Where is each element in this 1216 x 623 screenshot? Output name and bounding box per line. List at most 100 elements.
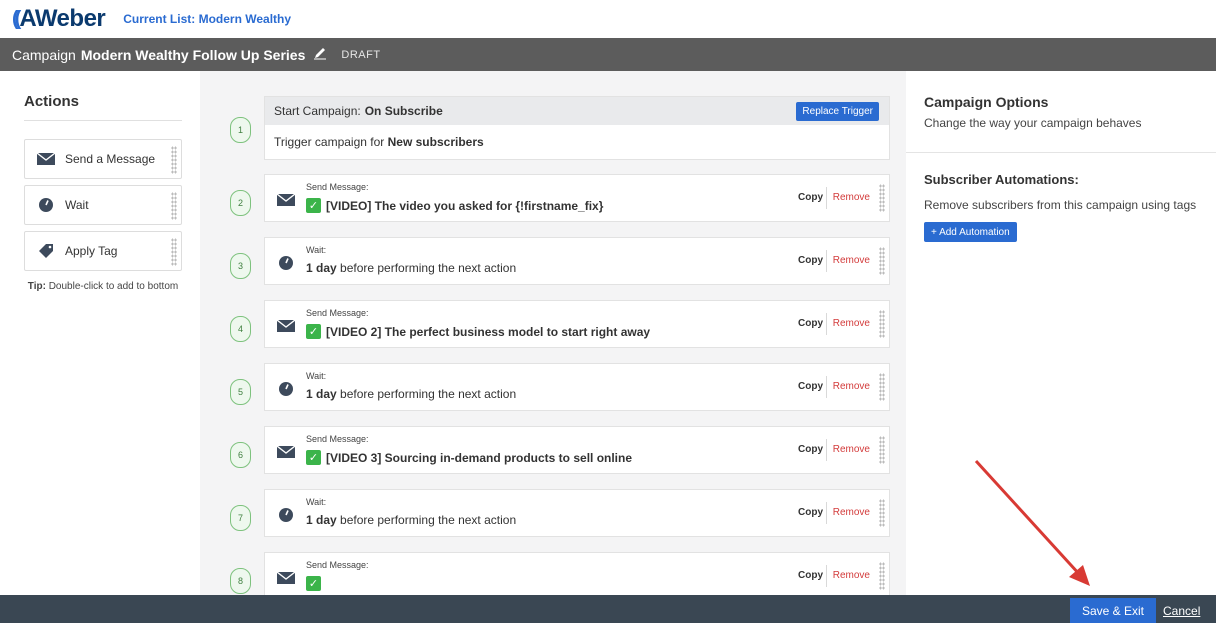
step-card-wait[interactable]: Wait: 1 day before performing the next a…	[264, 363, 890, 411]
clock-icon	[276, 254, 296, 272]
copy-button[interactable]: Copy	[798, 318, 823, 329]
options-title: Campaign Options	[924, 94, 1049, 110]
wait-text: before performing the next action	[336, 513, 517, 527]
step-text: ✓ [VIDEO 3] Sourcing in-demand products t…	[306, 450, 632, 465]
copy-button[interactable]: Copy	[798, 192, 823, 203]
action-send-message[interactable]: Send a Message	[24, 139, 182, 179]
action-separator	[826, 313, 827, 335]
step-label: Send Message:	[306, 182, 369, 192]
step-card-send-message[interactable]: Send Message: ✓ [VIDEO] The video you ask…	[264, 174, 890, 222]
envelope-icon	[276, 191, 296, 209]
remove-button[interactable]: Remove	[833, 318, 870, 329]
step-card-send-message[interactable]: Send Message: ✓ [VIDEO 2] The perfect bus…	[264, 300, 890, 348]
remove-button[interactable]: Remove	[833, 381, 870, 392]
remove-button[interactable]: Remove	[833, 444, 870, 455]
action-apply-tag[interactable]: Apply Tag	[24, 231, 182, 271]
action-label: Send a Message	[65, 152, 156, 166]
action-separator	[826, 439, 827, 461]
remove-button[interactable]: Remove	[833, 255, 870, 266]
clock-icon	[37, 198, 55, 212]
step-card-wait[interactable]: Wait: 1 day before performing the next a…	[264, 237, 890, 285]
check-icon: ✓	[306, 324, 321, 339]
step-number: 8	[230, 568, 251, 594]
replace-trigger-button[interactable]: Replace Trigger	[796, 102, 879, 121]
step-card-send-message[interactable]: Send Message: ✓ Copy Remove	[264, 552, 890, 595]
step-text: 1 day before performing the next action	[306, 261, 516, 275]
copy-button[interactable]: Copy	[798, 444, 823, 455]
trigger-header: Start Campaign: On Subscribe Replace Tri…	[265, 97, 889, 125]
action-label: Wait	[65, 198, 89, 212]
actions-panel: Actions Send a Message Wait Apply Tag Ti…	[0, 71, 200, 595]
step-card-wait[interactable]: Wait: 1 day before performing the next a…	[264, 489, 890, 537]
add-automation-button[interactable]: + Add Automation	[924, 222, 1017, 242]
campaign-bar: Campaign Modern Wealthy Follow Up Series…	[0, 38, 1216, 71]
envelope-icon	[276, 443, 296, 461]
tag-icon	[37, 243, 55, 259]
options-subtitle: Change the way your campaign behaves	[924, 116, 1142, 130]
action-separator	[826, 187, 827, 209]
copy-button[interactable]: Copy	[798, 570, 823, 581]
remove-button[interactable]: Remove	[833, 192, 870, 203]
top-bar: (( AWeber Current List: Modern Wealthy	[0, 0, 1216, 38]
step-subject: [VIDEO 2] The perfect business model to …	[326, 324, 651, 339]
drag-handle-icon[interactable]	[879, 184, 885, 212]
drag-handle-icon[interactable]	[879, 310, 885, 338]
step-text: ✓ [VIDEO 2] The perfect business model to…	[306, 324, 650, 339]
step-number: 3	[230, 253, 251, 279]
current-list-link[interactable]: Current List: Modern Wealthy	[123, 12, 291, 26]
action-wait[interactable]: Wait	[24, 185, 182, 225]
drag-handle-icon[interactable]	[171, 146, 177, 174]
trigger-body: Trigger campaign for New subscribers	[265, 125, 889, 159]
annotation-arrow-icon	[974, 459, 1090, 586]
copy-button[interactable]: Copy	[798, 381, 823, 392]
wait-text: before performing the next action	[336, 261, 517, 275]
wait-duration: 1 day	[306, 387, 337, 401]
tip-label: Tip:	[27, 281, 46, 292]
step-number: 2	[230, 190, 251, 216]
action-label: Apply Tag	[65, 244, 118, 258]
copy-button[interactable]: Copy	[798, 255, 823, 266]
remove-button[interactable]: Remove	[833, 570, 870, 581]
step-label: Wait:	[306, 497, 327, 507]
tip-text: Double-click to add to bottom	[45, 281, 179, 292]
step-text: 1 day before performing the next action	[306, 387, 516, 401]
clock-icon	[276, 506, 296, 524]
trigger-card[interactable]: Start Campaign: On Subscribe Replace Tri…	[264, 96, 890, 160]
step-text: ✓ [VIDEO] The video you asked for {!first…	[306, 198, 603, 213]
cancel-link[interactable]: Cancel	[1163, 604, 1200, 618]
campaign-status: DRAFT	[341, 48, 381, 61]
wait-duration: 1 day	[306, 261, 337, 275]
campaign-prefix: Campaign	[12, 46, 76, 63]
clock-icon	[276, 380, 296, 398]
step-number: 5	[230, 379, 251, 405]
step-number: 6	[230, 442, 251, 468]
envelope-icon	[276, 317, 296, 335]
footer-bar: Save & Exit Cancel	[0, 595, 1216, 623]
step-label: Send Message:	[306, 560, 369, 570]
actions-tip: Tip: Double-click to add to bottom	[24, 280, 182, 293]
drag-handle-icon[interactable]	[879, 373, 885, 401]
step-label: Send Message:	[306, 434, 369, 444]
drag-handle-icon[interactable]	[879, 247, 885, 275]
drag-handle-icon[interactable]	[879, 562, 885, 590]
drag-handle-icon[interactable]	[171, 238, 177, 266]
trigger-head-value: On Subscribe	[364, 104, 443, 118]
action-separator	[826, 376, 827, 398]
step-label: Send Message:	[306, 308, 369, 318]
edit-pencil-icon[interactable]	[313, 46, 327, 63]
envelope-icon	[37, 153, 55, 165]
copy-button[interactable]: Copy	[798, 507, 823, 518]
drag-handle-icon[interactable]	[171, 192, 177, 220]
automations-title: Subscriber Automations:	[924, 172, 1079, 187]
step-text: 1 day before performing the next action	[306, 513, 516, 527]
campaign-flow: 1 Start Campaign: On Subscribe Replace T…	[200, 71, 906, 595]
remove-button[interactable]: Remove	[833, 507, 870, 518]
step-card-send-message[interactable]: Send Message: ✓ [VIDEO 3] Sourcing in-dem…	[264, 426, 890, 474]
save-exit-button[interactable]: Save & Exit	[1070, 598, 1156, 623]
action-separator	[826, 565, 827, 587]
drag-handle-icon[interactable]	[879, 436, 885, 464]
step-label: Wait:	[306, 245, 327, 255]
aweber-logo[interactable]: (( AWeber	[12, 5, 106, 33]
drag-handle-icon[interactable]	[879, 499, 885, 527]
automations-text: Remove subscribers from this campaign us…	[924, 198, 1197, 212]
